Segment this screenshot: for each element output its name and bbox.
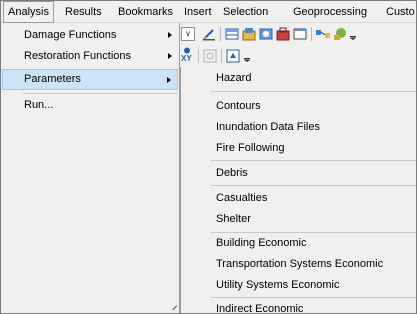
menu-customize[interactable]: Custo xyxy=(382,1,416,23)
submenu-item-fire-following[interactable]: Fire Following xyxy=(181,138,416,158)
menu-item-damage-functions[interactable]: Damage Functions xyxy=(2,25,178,46)
menu-item-label: Run... xyxy=(24,99,54,111)
submenu-item-contours[interactable]: Contours xyxy=(181,96,416,116)
menu-item-run[interactable]: Run... xyxy=(2,95,178,116)
menu-analysis[interactable]: Analysis xyxy=(3,1,54,23)
toolbar-row-1: ∨ xyxy=(178,23,416,45)
toolbar-separator xyxy=(198,49,199,63)
search-window-icon[interactable] xyxy=(259,27,273,41)
xy-tool[interactable]: XY xyxy=(181,47,193,65)
submenu-item-inundation-data-files[interactable]: Inundation Data Files xyxy=(181,117,416,137)
submenu-arrow-icon xyxy=(168,53,172,59)
analysis-menu: Damage Functions Restoration Functions P… xyxy=(1,23,180,313)
menu-insert[interactable]: Insert xyxy=(180,1,216,23)
submenu-item-transportation-systems-economic[interactable]: Transportation Systems Economic xyxy=(181,254,416,274)
menu-item-parameters[interactable]: Parameters xyxy=(2,69,178,90)
submenu-arrow-icon xyxy=(167,77,171,83)
menu-item-label: Damage Functions xyxy=(24,29,117,41)
toolbar-row-2: XY xyxy=(178,45,416,67)
menu-bookmarks[interactable]: Bookmarks xyxy=(114,1,177,23)
toolbar: ∨ XY xyxy=(178,23,416,67)
parameters-submenu: Hazard Contours Inundation Data Files Fi… xyxy=(180,67,416,313)
menu-results[interactable]: Results xyxy=(61,1,106,23)
toolbox-icon[interactable] xyxy=(276,27,290,41)
menu-separator xyxy=(23,93,177,94)
toolbar-separator xyxy=(221,49,222,63)
menu-separator xyxy=(211,297,416,298)
arcmap-tool-icon[interactable] xyxy=(333,27,347,41)
menu-bar: Analysis Results Bookmarks Insert Select… xyxy=(1,1,416,23)
submenu-item-indirect-economic[interactable]: Indirect Economic xyxy=(181,299,416,313)
toolbar-separator xyxy=(311,27,312,41)
table-icon[interactable] xyxy=(225,27,239,41)
submenu-item-shelter[interactable]: Shelter xyxy=(181,209,416,229)
model-builder-icon[interactable] xyxy=(316,27,330,41)
toolbar-dropdown[interactable]: ∨ xyxy=(181,27,195,41)
edit-tool-icon[interactable] xyxy=(202,27,216,41)
menu-separator xyxy=(211,160,416,161)
menu-item-restoration-functions[interactable]: Restoration Functions xyxy=(2,46,178,67)
catalog-icon[interactable] xyxy=(242,27,256,41)
menu-selection[interactable]: Selection xyxy=(219,1,272,23)
add-data-icon[interactable] xyxy=(226,49,240,63)
submenu-item-casualties[interactable]: Casualties xyxy=(181,188,416,208)
submenu-item-utility-systems-economic[interactable]: Utility Systems Economic xyxy=(181,275,416,295)
submenu-arrow-icon xyxy=(168,32,172,38)
resize-grip-icon[interactable] xyxy=(168,301,178,311)
menu-item-label: Restoration Functions xyxy=(24,50,131,62)
application-window: Analysis Results Bookmarks Insert Select… xyxy=(0,0,417,314)
submenu-item-debris[interactable]: Debris xyxy=(181,163,416,183)
menu-item-label: Parameters xyxy=(24,73,81,85)
toolbar-separator xyxy=(220,27,221,41)
toolbar-overflow-icon[interactable] xyxy=(243,49,251,63)
submenu-item-hazard[interactable]: Hazard xyxy=(181,68,416,88)
toolbar-overflow-icon[interactable] xyxy=(349,27,357,41)
menu-separator xyxy=(211,91,416,92)
xy-label: XY xyxy=(181,54,192,63)
python-window-icon[interactable] xyxy=(293,27,307,41)
menu-geoprocessing[interactable]: Geoprocessing xyxy=(289,1,371,23)
menu-separator xyxy=(211,185,416,186)
submenu-item-building-economic[interactable]: Building Economic xyxy=(181,233,416,253)
disabled-tool-icon[interactable] xyxy=(203,49,217,63)
